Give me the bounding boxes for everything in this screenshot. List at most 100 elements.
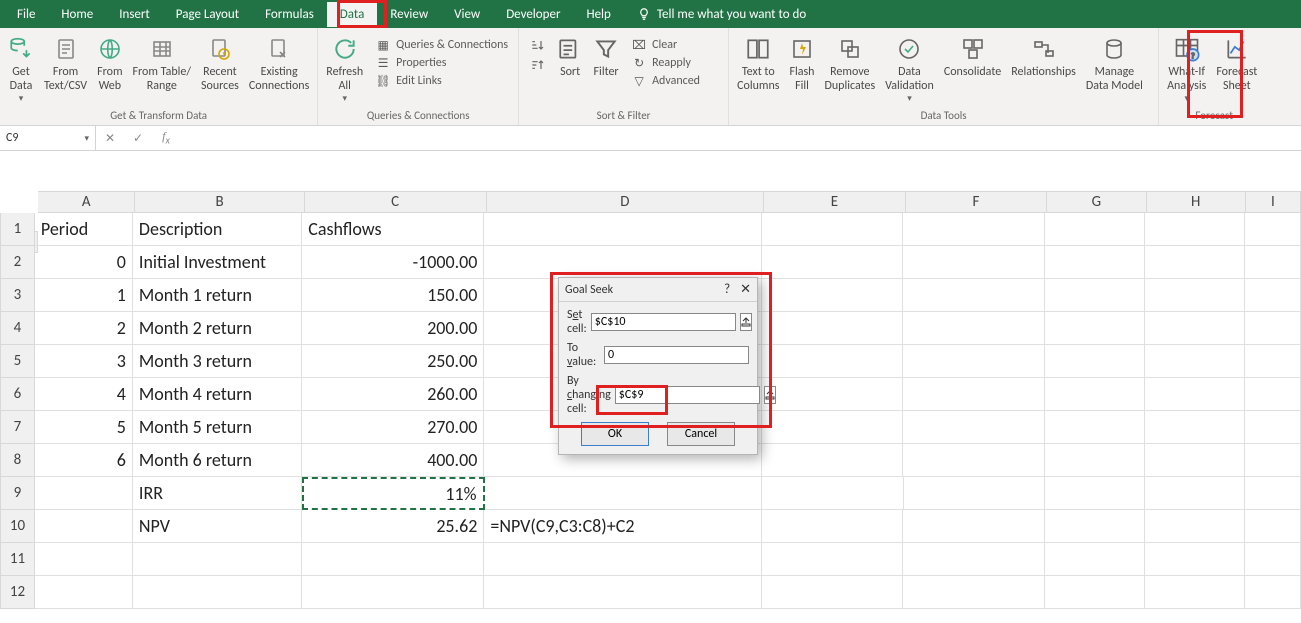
row-header-2[interactable]: 2 [0, 246, 35, 279]
cell-C9[interactable]: 11% [302, 477, 484, 510]
from-table-range-button[interactable]: From Table/ Range [129, 34, 195, 94]
cell-A11[interactable] [35, 543, 133, 576]
cell-B2[interactable]: Initial Investment [133, 246, 302, 279]
cell-D2[interactable] [484, 246, 761, 279]
remove-duplicates-button[interactable]: Remove Duplicates [820, 34, 879, 94]
cell-I10[interactable] [1245, 510, 1301, 543]
to-value-input[interactable] [604, 346, 749, 364]
col-header-C[interactable]: C [305, 191, 487, 213]
cell-I12[interactable] [1245, 576, 1301, 609]
cell-I6[interactable] [1245, 378, 1301, 411]
cell-G11[interactable] [1045, 543, 1145, 576]
cell-E4[interactable] [762, 312, 904, 345]
cell-B6[interactable]: Month 4 return [133, 378, 302, 411]
row-header-3[interactable]: 3 [0, 279, 35, 312]
row-header-7[interactable]: 7 [0, 411, 35, 444]
cell-B7[interactable]: Month 5 return [133, 411, 302, 444]
cell-B1[interactable]: Description [133, 213, 302, 246]
enter-formula-button[interactable]: ✓ [124, 131, 152, 146]
sort-desc-button[interactable] [525, 56, 549, 74]
cell-F8[interactable] [903, 444, 1045, 477]
tab-page-layout[interactable]: Page Layout [163, 2, 252, 27]
cell-A5[interactable]: 3 [35, 345, 133, 378]
row-header-10[interactable]: 10 [0, 510, 35, 543]
cell-I5[interactable] [1245, 345, 1301, 378]
from-text-csv-button[interactable]: From Text/CSV [40, 34, 91, 94]
cell-A7[interactable]: 5 [35, 411, 133, 444]
cell-B9[interactable]: IRR [133, 477, 302, 510]
cell-H12[interactable] [1145, 576, 1245, 609]
cell-H6[interactable] [1145, 378, 1245, 411]
cell-I11[interactable] [1245, 543, 1301, 576]
insert-function-button[interactable]: fx [152, 129, 180, 146]
cell-B8[interactable]: Month 6 return [133, 444, 302, 477]
cell-B11[interactable] [133, 543, 302, 576]
cell-F7[interactable] [903, 411, 1045, 444]
cell-C8[interactable]: 400.00 [302, 444, 484, 477]
cell-F5[interactable] [903, 345, 1045, 378]
cell-H2[interactable] [1145, 246, 1245, 279]
cell-E8[interactable] [762, 444, 904, 477]
cell-E1[interactable] [762, 213, 904, 246]
cell-E3[interactable] [762, 279, 904, 312]
tab-home[interactable]: Home [48, 2, 106, 27]
cell-F1[interactable] [903, 213, 1045, 246]
forecast-sheet-button[interactable]: Forecast Sheet [1212, 34, 1261, 94]
clear-button[interactable]: ⌧Clear [627, 36, 704, 54]
row-header-1[interactable]: 1 [0, 213, 35, 246]
row-header-12[interactable]: 12 [0, 576, 35, 609]
tab-view[interactable]: View [441, 2, 493, 27]
row-header-11[interactable]: 11 [0, 543, 35, 576]
cell-H7[interactable] [1145, 411, 1245, 444]
tab-file[interactable]: File [4, 2, 48, 27]
cell-B4[interactable]: Month 2 return [133, 312, 302, 345]
what-if-analysis-button[interactable]: ? What-If Analysis▾ [1163, 34, 1210, 104]
set-cell-ref-button[interactable] [740, 313, 752, 331]
cell-F12[interactable] [903, 576, 1045, 609]
cell-F9[interactable] [904, 477, 1046, 510]
cell-H1[interactable] [1145, 213, 1245, 246]
flash-fill-button[interactable]: Flash Fill [785, 34, 818, 94]
cell-G6[interactable] [1045, 378, 1145, 411]
cell-I8[interactable] [1245, 444, 1301, 477]
row-header-9[interactable]: 9 [0, 477, 35, 510]
cell-G8[interactable] [1045, 444, 1145, 477]
cell-G3[interactable] [1045, 279, 1145, 312]
filter-button[interactable]: Filter [589, 34, 623, 80]
cell-B3[interactable]: Month 1 return [133, 279, 302, 312]
cell-C1[interactable]: Cashflows [302, 213, 484, 246]
cell-I2[interactable] [1245, 246, 1301, 279]
cell-A9[interactable] [35, 477, 133, 510]
cell-G1[interactable] [1045, 213, 1145, 246]
cell-H9[interactable] [1145, 477, 1245, 510]
relationships-button[interactable]: Relationships [1007, 34, 1080, 80]
col-header-H[interactable]: H [1147, 191, 1246, 213]
cell-B12[interactable] [133, 576, 302, 609]
col-header-A[interactable]: A [38, 191, 135, 213]
tab-help[interactable]: Help [573, 2, 623, 27]
cell-H4[interactable] [1145, 312, 1245, 345]
cell-I7[interactable] [1245, 411, 1301, 444]
col-header-B[interactable]: B [135, 191, 304, 213]
help-button[interactable]: ? [724, 282, 730, 297]
cell-I4[interactable] [1245, 312, 1301, 345]
cancel-formula-button[interactable]: ✕ [96, 131, 124, 146]
cell-F3[interactable] [903, 279, 1045, 312]
cell-I1[interactable] [1245, 213, 1301, 246]
name-box[interactable]: C9 ▾ [0, 126, 96, 150]
refresh-all-button[interactable]: Refresh All▾ [322, 34, 367, 104]
cell-A8[interactable]: 6 [35, 444, 133, 477]
close-button[interactable]: ✕ [740, 282, 751, 297]
row-header-4[interactable]: 4 [0, 312, 35, 345]
text-to-columns-button[interactable]: Text to Columns [733, 34, 783, 94]
get-data-button[interactable]: Get Data▾ [4, 34, 38, 104]
cell-C4[interactable]: 200.00 [302, 312, 484, 345]
cell-D12[interactable] [484, 576, 761, 609]
manage-data-model-button[interactable]: Manage Data Model [1082, 34, 1147, 94]
cancel-button[interactable]: Cancel [667, 422, 735, 446]
cell-B10[interactable]: NPV [133, 510, 302, 543]
advanced-button[interactable]: ▽Advanced [627, 72, 704, 90]
cell-A10[interactable] [35, 510, 133, 543]
cell-C7[interactable]: 270.00 [302, 411, 484, 444]
cell-H10[interactable] [1145, 510, 1245, 543]
